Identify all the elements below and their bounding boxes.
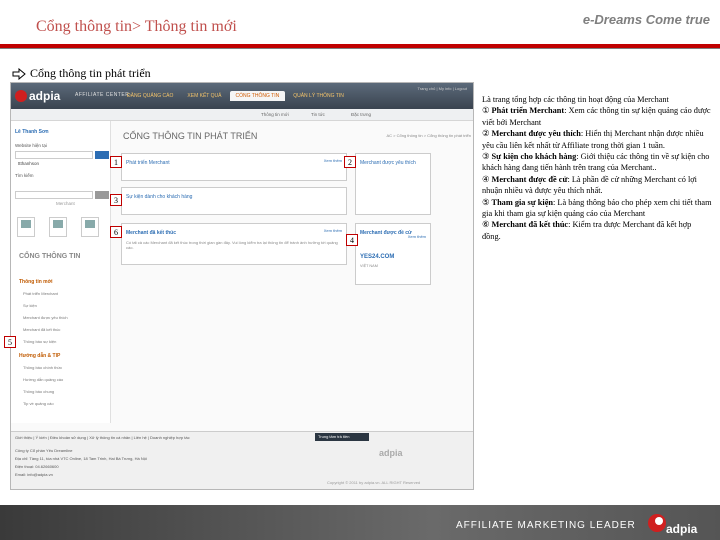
card-merchant-develop-title[interactable]: Phát triển Merchant xyxy=(126,160,170,166)
page-title: CỔNG THÔNG TIN PHÁT TRIỂN xyxy=(123,131,258,141)
sidebar-link-event-notice[interactable]: Thông báo sự kiện xyxy=(23,339,56,344)
marker-1: 1 xyxy=(110,156,122,168)
slide-title: Cổng thông tin> Thông tin mới xyxy=(36,18,237,35)
bottom-logo-text: adpia xyxy=(666,522,698,536)
card-merchant-develop-more[interactable]: Xem thêm xyxy=(324,158,342,163)
footer-address: Địa chỉ: Tầng 11, tòa nhà VTC Online, 18… xyxy=(15,456,147,461)
brand-slogan: e-Dreams Come true xyxy=(582,12,710,27)
card-recommended-merchant-title[interactable]: Merchant được đề cử xyxy=(360,230,412,236)
section-label: Cổng thông tin phát triển xyxy=(12,66,151,81)
nav-tab-register-ads[interactable]: ĐĂNG QUẢNG CÁO xyxy=(121,91,179,101)
card-ended-merchant: Merchant đã kết thúc Xem thêm Có tất cả … xyxy=(121,223,347,265)
card-ended-merchant-text: Có tất cả các Merchant đã kết thúc trong… xyxy=(126,240,338,250)
website-select[interactable]: ttthanhson xyxy=(15,151,93,166)
description-panel: Là trang tổng hợp các thông tin hoạt độn… xyxy=(482,94,712,242)
description-item-1: ① Phát triển Merchant: Xem các thông tin… xyxy=(482,106,711,127)
bottom-adpia-logo: adpia xyxy=(646,508,718,538)
subnav-features[interactable]: Đặc trưng xyxy=(351,112,371,117)
nav-tab-manage-info[interactable]: QUẢN LÝ THÔNG TIN xyxy=(287,91,350,101)
website-go-button[interactable] xyxy=(95,151,109,159)
card-recommended-more[interactable]: Xem thêm xyxy=(408,234,426,239)
description-intro: Là trang tổng hợp các thông tin hoạt độn… xyxy=(482,95,669,104)
footer-links[interactable]: Giới thiệu | Ý kiến | Điều khoản sử dụng… xyxy=(15,435,190,440)
bottom-bar: AFFILIATE MARKETING LEADER adpia xyxy=(0,505,720,540)
card-merchant-develop: Phát triển Merchant Xem thêm xyxy=(121,153,347,181)
main-nav: ĐĂNG QUẢNG CÁO XEM KẾT QUẢ CỔNG THÔNG TI… xyxy=(121,91,350,101)
marker-6: 6 xyxy=(110,226,122,238)
sidebar-heading: CỔNG THÔNG TIN xyxy=(19,253,81,260)
adpia-logo[interactable]: adpia xyxy=(15,89,60,103)
card-customer-events: Sự kiện dành cho khách hàng xyxy=(121,187,347,215)
marker-4: 4 xyxy=(346,234,358,246)
sidebar-link-favorite[interactable]: Merchant được yêu thích xyxy=(23,315,68,320)
sidebar-link-develop[interactable]: Phát triển Merchant xyxy=(23,291,58,296)
sidebar-link-official[interactable]: Thông báo chính thức xyxy=(23,365,62,370)
recommended-tag: VIỆT NAM xyxy=(360,264,378,268)
footer-phone: Điện thoại: 04.62660600 xyxy=(15,464,59,469)
search-label: Tìm kiếm xyxy=(15,173,34,178)
portal-screenshot: adpia AFFILIATE CENTER ĐĂNG QUẢNG CÁO XE… xyxy=(10,82,474,490)
main-content: CỔNG THÔNG TIN PHÁT TRIỂN AC > Cổng thôn… xyxy=(115,121,471,421)
footer: Giới thiệu | Ý kiến | Điều khoản sử dụng… xyxy=(11,431,473,489)
footer-payment-center[interactable]: Trung tâm trả tiền xyxy=(315,433,369,441)
card-ended-merchant-more[interactable]: Xem thêm xyxy=(324,228,342,233)
website-label: Website hiện tại xyxy=(15,143,47,148)
header-rule-thin xyxy=(0,48,720,49)
sidebar-link-ad-guide[interactable]: Hướng dẫn quảng cáo xyxy=(23,377,63,382)
marker-5: 5 xyxy=(4,336,16,348)
sidebar-link-general[interactable]: Thông báo chung xyxy=(23,389,54,394)
top-links[interactable]: Trang chủ | My info | Logout xyxy=(417,86,467,91)
marker-2: 2 xyxy=(344,156,356,168)
sidebar-sub-new-info[interactable]: Thông tin mới xyxy=(19,279,53,285)
recommended-brand[interactable]: YES24.COM xyxy=(360,254,394,260)
sidebar-link-tips[interactable]: Tip về quảng cáo xyxy=(23,401,54,406)
marker-3: 3 xyxy=(110,194,122,206)
section-label-text: Cổng thông tin phát triển xyxy=(30,66,151,80)
user-name[interactable]: Lê Thanh Sơn xyxy=(15,129,49,135)
description-item-5: ⑤ Tham gia sự kiện: Là bảng thông báo ch… xyxy=(482,197,712,219)
breadcrumb: AC > Cổng thông tin > Cổng thông tin phá… xyxy=(386,133,471,138)
logo-text: adpia xyxy=(29,89,61,103)
sub-nav: Thông tin mới Tin tức Đặc trưng xyxy=(11,109,473,121)
description-item-6: ⑥ Merchant đã kết thúc: Kiểm tra được Me… xyxy=(482,220,692,241)
description-item-4: ④ Merchant được đề cử: Là phần đề cử nhữ… xyxy=(482,174,697,196)
adpia-logo-icon xyxy=(15,90,27,102)
sidebar-link-events[interactable]: Sự kiện xyxy=(23,303,37,308)
search-button[interactable] xyxy=(95,191,109,199)
echoshot-icon[interactable] xyxy=(81,217,99,237)
subnav-new-info[interactable]: Thông tin mới xyxy=(261,112,289,117)
card-favorite-merchant: Merchant được yêu thích xyxy=(355,153,431,215)
search-input[interactable]: Merchant xyxy=(15,191,93,206)
card-favorite-merchant-title[interactable]: Merchant được yêu thích xyxy=(360,160,416,166)
top-bar: adpia AFFILIATE CENTER ĐĂNG QUẢNG CÁO XE… xyxy=(11,83,473,109)
arrow-right-icon xyxy=(12,67,26,80)
footer-email: Email: info@adpia.vn xyxy=(15,472,53,477)
subnav-news[interactable]: Tin tức xyxy=(311,112,325,117)
footer-copyright: Copyright © 2011 by adpia.vn. ALL RIGHT … xyxy=(327,480,421,485)
sidebar: Lê Thanh Sơn Website hiện tại ttthanhson… xyxy=(11,121,111,423)
sidebar-link-ended[interactable]: Merchant đã kết thúc xyxy=(23,327,60,332)
description-item-2: ② Merchant được yêu thích: Hiển thị Merc… xyxy=(482,129,704,150)
nav-tab-portal[interactable]: CỔNG THÔNG TIN xyxy=(229,91,286,101)
search-placeholder: Merchant xyxy=(56,201,75,206)
print-icon[interactable] xyxy=(49,217,67,237)
card-recommended-merchant: Merchant được đề cử Xem thêm YES24.COM V… xyxy=(355,223,431,285)
website-value: ttthanhson xyxy=(18,161,40,166)
description-item-3: ③ Sự kiện cho khách hàng: Giới thiệu các… xyxy=(482,152,710,173)
footer-company: Công ty Cổ phần Yêu Dreamline xyxy=(15,448,73,453)
sidebar-sub-guide[interactable]: Hướng dẫn & TIP xyxy=(19,353,60,359)
card-ended-merchant-title[interactable]: Merchant đã kết thúc xyxy=(126,230,176,236)
card-customer-events-title[interactable]: Sự kiện dành cho khách hàng xyxy=(126,194,192,200)
nav-tab-results[interactable]: XEM KẾT QUẢ xyxy=(181,91,227,101)
footer-adpia-logo: adpia xyxy=(379,448,403,458)
mail-icon[interactable] xyxy=(17,217,35,237)
bottom-slogan: AFFILIATE MARKETING LEADER xyxy=(456,520,636,531)
adpia-swirl-icon xyxy=(648,514,666,532)
